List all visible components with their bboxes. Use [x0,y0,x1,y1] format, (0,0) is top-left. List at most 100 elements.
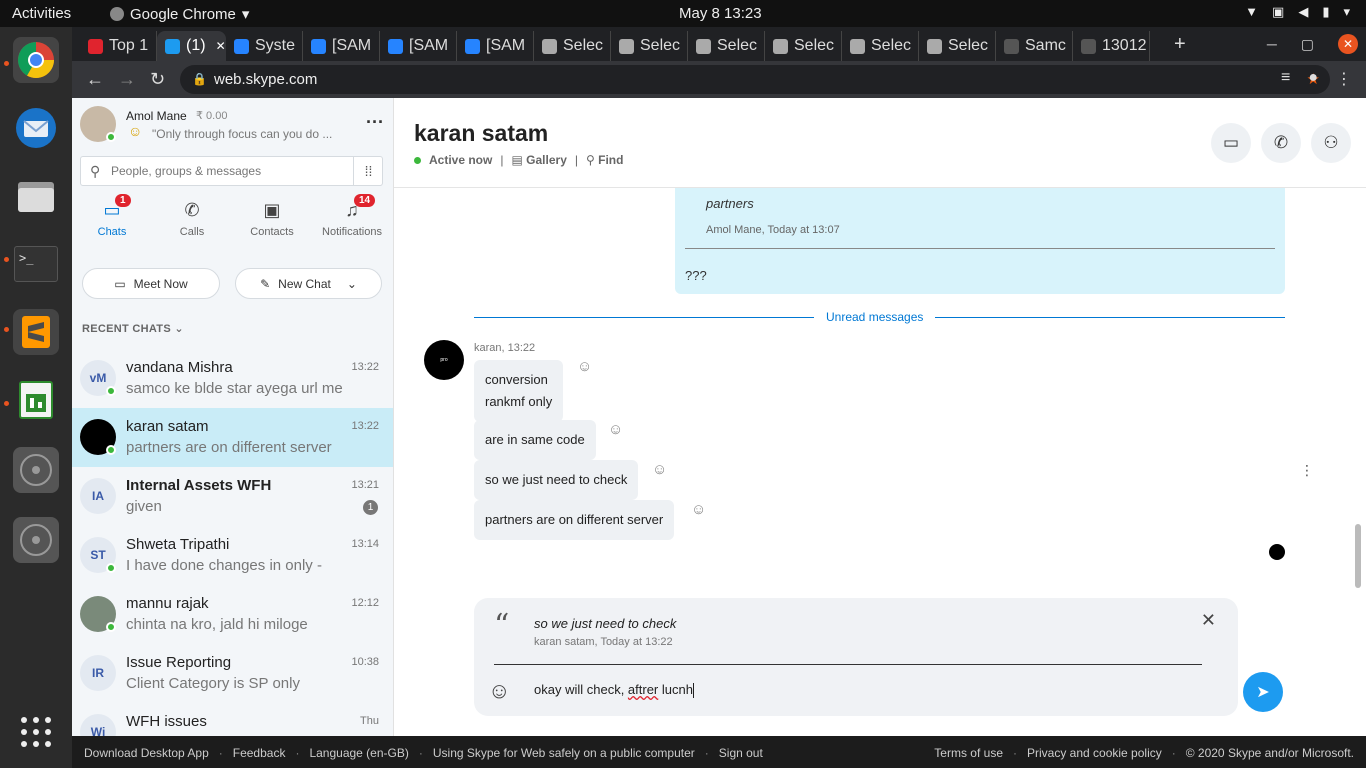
browser-tab[interactable]: Selec [919,31,996,61]
received-message[interactable]: so we just need to check [474,460,639,500]
sublime-text-icon[interactable] [13,309,59,355]
safety-link[interactable]: Using Skype for Web safely on a public c… [433,746,695,760]
browser-tab[interactable]: (1) ✕ [157,31,226,61]
tab-notifications[interactable]: ♫ 14 Notifications [312,194,392,238]
received-message[interactable]: partners are on different server [474,500,675,540]
thunderbird-icon[interactable] [13,105,59,151]
media-control-icon[interactable]: ≡ [1281,69,1290,89]
terms-link[interactable]: Terms of use [934,746,1003,760]
tab-chats[interactable]: ▭ 1 Chats [72,194,152,238]
chat-preview: given [126,498,162,515]
recent-chats-label: RECENT CHATS [82,323,171,335]
send-button[interactable]: ➤ [1243,672,1283,712]
new-tab-button[interactable]: + [1174,33,1186,56]
app-menu[interactable]: Google Chrome ▾ [110,5,249,23]
sent-message[interactable]: partners Amol Mane, Today at 13:07 ??? [675,188,1285,294]
chat-list-item[interactable]: IA Internal Assets WFH given 13:21 1 [72,467,393,526]
chat-list-item[interactable]: mannu rajak chinta na kro, jald hi miloge… [72,585,393,644]
close-tab-icon[interactable]: ✕ [216,39,226,53]
profile-icon[interactable]: ● [1308,69,1318,89]
video-call-button[interactable]: ▭ [1211,123,1251,163]
tab-favicon-icon [465,38,480,54]
search-input[interactable]: ⚲ People, groups & messages [80,156,383,186]
disc-icon[interactable] [13,447,59,493]
quote-icon: “ [494,608,510,643]
spreadsheet-icon[interactable] [13,377,59,423]
files-icon[interactable] [13,173,59,219]
sign-out-link[interactable]: Sign out [719,746,763,760]
more-options-icon[interactable]: ⋮ [1300,462,1314,479]
browser-tab[interactable]: Selec [688,31,765,61]
browser-tab[interactable]: Syste [226,31,303,61]
forward-icon[interactable]: → [118,69,136,90]
find-link[interactable]: ⚲ Find [586,153,623,167]
tab-favicon-icon [388,38,403,54]
browser-tab[interactable]: [SAM [457,31,534,61]
browser-tab[interactable]: Selec [842,31,919,61]
audio-call-button[interactable]: ✆ [1261,123,1301,163]
scrollbar[interactable] [1355,524,1361,588]
profile-header[interactable]: Amol Mane ₹ 0.00 ☺ "Only through focus c… [80,106,386,150]
clock[interactable]: May 8 13:23 [679,5,762,22]
received-message[interactable]: are in same code [474,420,596,460]
system-tray[interactable]: ▼ ▣ ◀ ▮ ▾ [1245,4,1350,20]
browser-tab[interactable]: Selec [765,31,842,61]
tab-contacts[interactable]: ▣ Contacts [232,200,312,238]
browser-tab[interactable]: 13012 [1073,31,1150,61]
chat-list-item[interactable]: karan satam partners are on different ser… [72,408,393,467]
browser-tab[interactable]: [SAM [303,31,380,61]
privacy-link[interactable]: Privacy and cookie policy [1027,746,1162,760]
terminal-icon[interactable]: >_ [13,241,59,287]
tab-calls[interactable]: ✆ Calls [152,200,232,238]
reaction-icon[interactable]: ☺ [608,421,623,438]
feedback-link[interactable]: Feedback [233,746,286,760]
presence-dot [106,563,116,573]
divider: · [1171,746,1176,760]
close-window-icon[interactable]: ✕ [1338,34,1358,54]
more-options-icon[interactable]: ··· [366,112,384,133]
language-link[interactable]: Language (en-GB) [309,746,408,760]
browser-tab[interactable]: Samc [996,31,1073,61]
download-app-link[interactable]: Download Desktop App [84,746,209,760]
show-applications-icon[interactable] [13,709,59,755]
browser-tab[interactable]: Selec [534,31,611,61]
browser-tab[interactable]: Top 1 [80,31,157,61]
nav-tabs: ▭ 1 Chats ✆ Calls ▣ Contacts ♫ 14 Notifica… [72,194,393,246]
received-message[interactable]: conversion rankmf only [474,360,564,422]
chrome-icon[interactable] [13,37,59,83]
disc-icon[interactable] [13,517,59,563]
emoji-icon[interactable]: ☺ [488,678,510,704]
maximize-icon[interactable]: ▢ [1301,36,1314,53]
avatar[interactable]: pro [424,340,464,380]
tab-label: Samc [1025,37,1066,54]
chat-preview: samco ke blde star ayega url me [126,380,343,397]
reaction-icon[interactable]: ☺ [577,358,592,375]
tab-favicon-icon [542,38,557,54]
running-indicator [4,327,9,332]
activities-button[interactable]: Activities [12,5,71,22]
conversation-title[interactable]: karan satam [414,120,548,147]
bell-icon: ♫ 14 [312,194,392,226]
close-quote-icon[interactable]: ✕ [1201,610,1216,631]
chat-list-item[interactable]: Wi WFH issues Thu [72,703,393,736]
chat-list-item[interactable]: IR Issue Reporting Client Category is SP o… [72,644,393,703]
browser-tab[interactable]: [SAM [380,31,457,61]
meet-now-button[interactable]: ▭ Meet Now [82,268,220,299]
recent-chats-header[interactable]: RECENT CHATS ⌄ [82,322,184,335]
add-people-button[interactable]: ⚇ [1311,123,1351,163]
back-icon[interactable]: ← [86,69,104,90]
chat-list-item[interactable]: ST Shweta Tripathi I have done changes in … [72,526,393,585]
reaction-icon[interactable]: ☺ [652,461,667,478]
address-bar[interactable]: 🔒 web.skype.com ★ [180,65,1330,94]
gallery-link[interactable]: ▤ Gallery [511,153,566,167]
reload-icon[interactable]: ↻ [150,69,165,90]
chevron-down-icon[interactable]: ⌄ [347,277,357,291]
minimize-icon[interactable]: ─ [1267,36,1277,52]
new-chat-button[interactable]: ✎ New Chat ⌄ [235,268,382,299]
dialpad-icon[interactable]: ⁞⁞ [353,156,383,186]
chrome-menu-icon[interactable]: ⋮ [1336,69,1352,89]
reaction-icon[interactable]: ☺ [691,501,706,518]
chat-list-item[interactable]: vM vandana Mishra samco ke blde star ayega… [72,349,393,408]
browser-tab[interactable]: Selec [611,31,688,61]
message-input[interactable]: okay will check, aftrer lucnh [534,682,694,699]
